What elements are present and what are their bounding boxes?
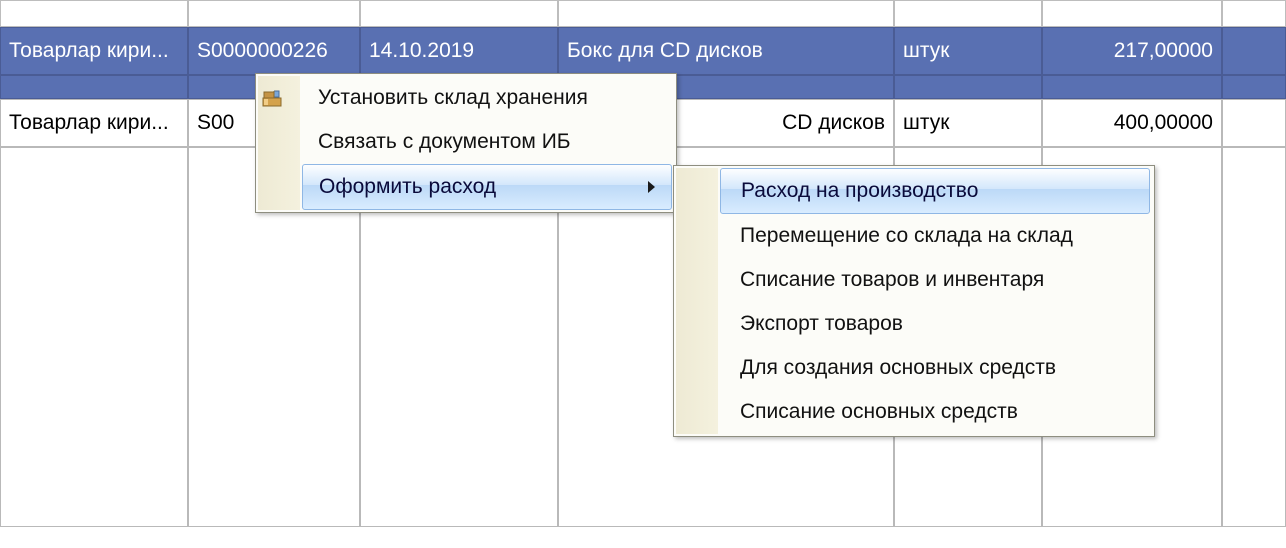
cell-qty: 400,00000: [1042, 99, 1222, 147]
header-cell: [558, 0, 894, 27]
cell-unit: штук: [894, 27, 1042, 75]
cell-tail: [1222, 99, 1286, 147]
submenu-item-label: Списание основных средств: [740, 400, 1018, 424]
cell-doc: S0000000226: [188, 27, 360, 75]
header-cell: [1042, 0, 1222, 27]
menu-icon-placeholder: [258, 120, 286, 164]
table-row-selected[interactable]: Товарлар кири... S0000000226 14.10.2019 …: [0, 27, 1286, 75]
submenu-item-export[interactable]: Экспорт товаров: [718, 302, 1152, 346]
header-cell: [360, 0, 558, 27]
header-cell: [0, 0, 188, 27]
grid-header-row: [0, 0, 1286, 27]
submenu-item-production[interactable]: Расход на производство: [720, 168, 1150, 214]
menu-item-set-warehouse[interactable]: Установить склад хранения: [300, 76, 674, 120]
cell-tail: [1222, 27, 1286, 75]
submenu-expense[interactable]: Расход на производство Перемещение со ск…: [673, 165, 1155, 437]
menu-item-label: Связать с документом ИБ: [318, 130, 656, 154]
cell-qty: 217,00000: [1042, 27, 1222, 75]
submenu-item-create-assets[interactable]: Для создания основных средств: [718, 346, 1152, 390]
cell-type: Товарлар кири...: [0, 99, 188, 147]
submenu-item-label: Расход на производство: [741, 179, 978, 203]
submenu-item-label: Перемещение со склада на склад: [740, 224, 1073, 248]
header-cell: [894, 0, 1042, 27]
submenu-item-label: Экспорт товаров: [740, 312, 903, 336]
context-menu-gutter: [258, 76, 300, 210]
submenu-gutter: [676, 168, 718, 434]
submenu-item-transfer[interactable]: Перемещение со склада на склад: [718, 214, 1152, 258]
cell-unit: штук: [894, 99, 1042, 147]
submenu-item-label: Списание товаров и инвентаря: [740, 268, 1044, 292]
submenu-item-label: Для создания основных средств: [740, 356, 1056, 380]
cell-item: Бокс для CD дисков: [558, 27, 894, 75]
menu-item-label: Установить склад хранения: [318, 86, 656, 110]
cell-date: 14.10.2019: [360, 27, 558, 75]
warehouse-icon: [258, 76, 286, 120]
header-cell: [1222, 0, 1286, 27]
context-menu[interactable]: Установить склад хранения Связать с доку…: [255, 73, 677, 213]
header-cell: [188, 0, 360, 27]
cell-type: Товарлар кири...: [0, 27, 188, 75]
menu-item-link-document[interactable]: Связать с документом ИБ: [300, 120, 674, 164]
menu-item-label: Оформить расход: [319, 175, 636, 199]
menu-icon-placeholder: [258, 164, 286, 208]
menu-item-issue-expense[interactable]: Оформить расход: [302, 164, 672, 210]
submenu-item-writeoff-goods[interactable]: Списание товаров и инвентаря: [718, 258, 1152, 302]
submenu-item-writeoff-assets[interactable]: Списание основных средств: [718, 390, 1152, 434]
